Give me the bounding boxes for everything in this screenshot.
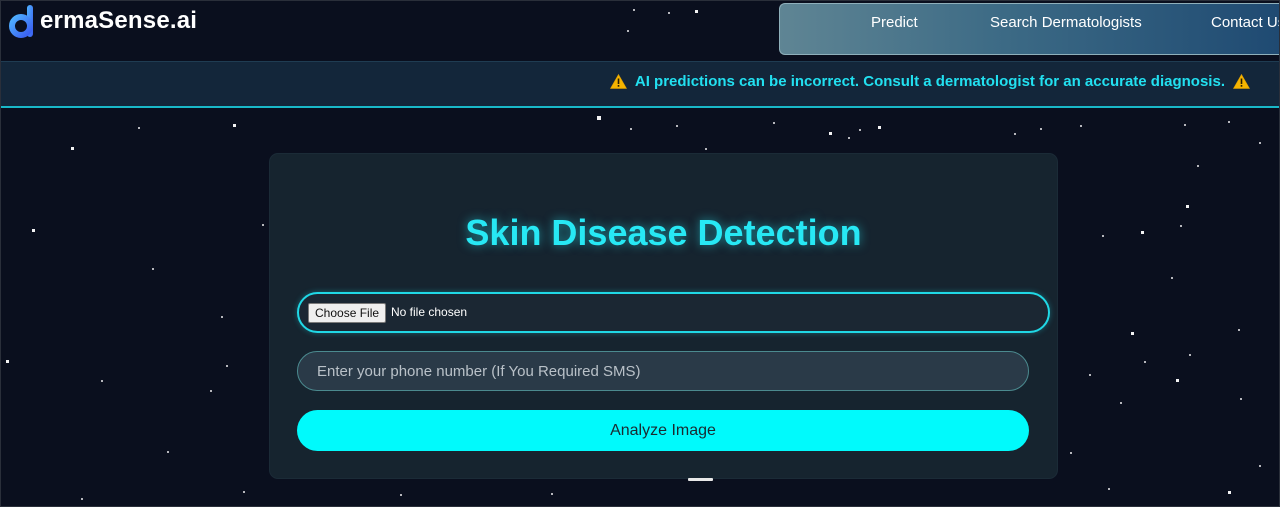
star-dot [1259,142,1261,144]
file-upload-field[interactable]: Choose File No file chosen [297,292,1050,333]
star-dot [1089,374,1091,376]
star-dot [226,365,228,367]
star-dot [773,122,775,124]
star-dot [1080,125,1082,127]
star-dot [233,124,236,127]
star-dot [1108,488,1110,490]
star-dot [1180,225,1182,227]
star-dot [1171,277,1173,279]
star-dot [630,128,632,130]
disclaimer-text: AI predictions can be incorrect. Consult… [634,73,1225,90]
star-dot [878,126,881,129]
star-dot [6,360,9,363]
star-dot [400,494,402,496]
star-dot [1259,465,1261,467]
star-dot [1176,379,1179,382]
star-dot [1186,205,1189,208]
star-dot [71,147,74,150]
star-dot [627,30,629,32]
star-dot [210,390,212,392]
star-dot [138,127,140,129]
phone-number-input[interactable] [297,351,1029,391]
disclaimer-banner: AI predictions can be incorrect. Consult… [0,61,1280,108]
star-dot [597,116,601,120]
scroll-indicator [688,478,713,481]
file-status-text: No file chosen [391,305,468,319]
star-dot [221,316,223,318]
star-dot [859,129,861,131]
star-dot [705,148,707,150]
star-dot [1040,128,1042,130]
star-dot [829,132,832,135]
star-dot [1228,121,1230,123]
star-dot [1240,398,1242,400]
star-dot [551,493,553,495]
star-dot [167,451,169,453]
star-dot [1141,231,1144,234]
star-dot [633,9,635,11]
star-dot [262,224,264,226]
warning-triangle-icon [1232,73,1251,89]
choose-file-button[interactable]: Choose File [308,303,387,323]
star-dot [1197,165,1199,167]
star-dot [848,137,850,139]
star-dot [32,229,35,232]
star-dot [1014,133,1016,135]
nav-link-contact-us[interactable]: Contact Us [1211,14,1280,31]
nav-link-search-dermatologists[interactable]: Search Dermatologists [990,14,1142,31]
star-dot [1120,402,1122,404]
star-dot [1238,329,1240,331]
star-dot [1131,332,1134,335]
star-dot [695,10,698,13]
main-navbar: Predict Search Dermatologists Contact Us [779,3,1280,55]
brand-logo[interactable]: ermaSense.ai [8,2,197,40]
star-dot [101,380,103,382]
analyze-image-button[interactable]: Analyze Image [297,410,1029,451]
star-dot [1189,354,1191,356]
star-dot [1144,361,1146,363]
star-dot [1070,452,1072,454]
d-logo-icon [8,4,38,38]
warning-triangle-icon [609,73,627,89]
star-dot [152,268,154,270]
star-dot [1184,124,1186,126]
star-dot [1102,235,1104,237]
nav-link-predict[interactable]: Predict [871,14,918,31]
star-dot [1228,491,1231,494]
brand-name: ermaSense.ai [40,7,198,34]
star-dot [243,491,245,493]
star-dot [81,498,83,500]
detection-form-card: Skin Disease Detection Choose File No fi… [270,154,1057,478]
page-title: Skin Disease Detection [465,212,862,253]
star-dot [668,12,670,14]
star-dot [676,125,678,127]
